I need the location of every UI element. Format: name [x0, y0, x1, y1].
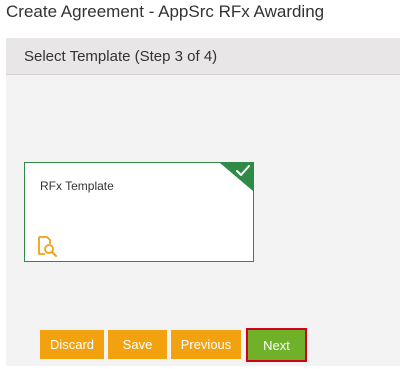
previous-button[interactable]: Previous: [171, 330, 241, 359]
panel-title: Select Template (Step 3 of 4): [24, 48, 218, 65]
template-card-label: RFx Template: [40, 179, 114, 193]
checkmark-icon: [220, 163, 253, 191]
panel-header: Select Template (Step 3 of 4): [6, 38, 400, 75]
document-search-icon[interactable]: [36, 235, 58, 257]
discard-button[interactable]: Discard: [40, 330, 104, 359]
save-button[interactable]: Save: [108, 330, 167, 359]
page-title: Create Agreement - AppSrc RFx Awarding: [6, 2, 325, 21]
next-button[interactable]: Next: [248, 330, 305, 360]
create-agreement-page: Create Agreement - AppSrc RFx Awarding S…: [0, 0, 400, 369]
select-template-panel: Select Template (Step 3 of 4) RFx Templa…: [6, 38, 400, 366]
template-card-rfx[interactable]: RFx Template: [24, 162, 254, 262]
